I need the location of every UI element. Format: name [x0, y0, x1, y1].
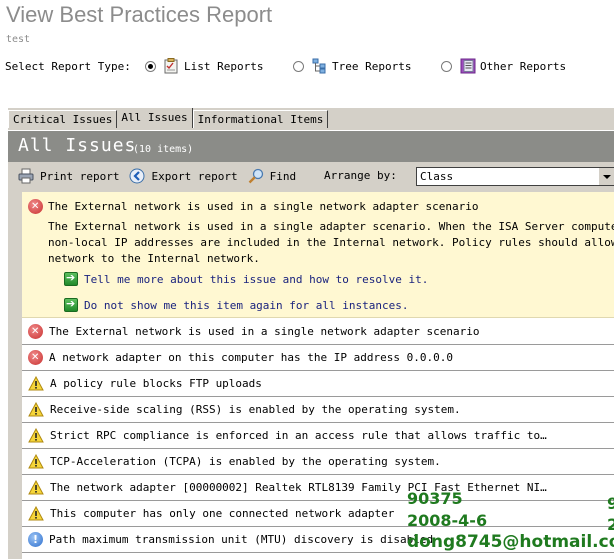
printer-icon: [18, 168, 34, 184]
issue-title: A policy rule blocks FTP uploads: [50, 377, 262, 390]
issue-title: Strict RPC compliance is enforced in an …: [50, 429, 547, 442]
tree-reports-label: Tree Reports: [332, 59, 412, 73]
find-button[interactable]: Find: [248, 168, 297, 184]
issue-row[interactable]: A policy rule blocks FTP uploads: [22, 371, 614, 397]
tell-me-more-link[interactable]: Tell me more about this issue and how to…: [64, 271, 429, 286]
issues-list: The External network is used in a single…: [22, 192, 614, 559]
warning-icon: [28, 428, 44, 443]
arrange-by-select[interactable]: Class: [416, 167, 614, 186]
tab-bar: Critical Issues All Issues Informational…: [8, 108, 329, 128]
description-line: The External network is used in a single…: [48, 220, 614, 233]
radio-list-reports[interactable]: [145, 60, 156, 72]
do-not-show-label: Do not show me this item again for all i…: [84, 298, 409, 312]
issue-title: TCP-Acceleration (TCPA) is enabled by th…: [50, 455, 441, 468]
issue-row[interactable]: This computer has only one connected net…: [22, 501, 614, 527]
issue-title: This computer has only one connected net…: [50, 507, 395, 520]
description-line: network to the Internal network.: [48, 252, 260, 265]
export-report-button[interactable]: Export report: [129, 168, 238, 184]
arrange-by-value: Class: [420, 170, 454, 183]
option-tree-reports[interactable]: Tree Reports: [293, 58, 441, 74]
radio-other-reports[interactable]: [441, 60, 452, 72]
warning-icon: [28, 454, 44, 469]
info-icon: [28, 532, 43, 547]
export-report-label: Export report: [151, 169, 238, 183]
issue-title: Receive-side scaling (RSS) is enabled by…: [50, 403, 461, 416]
issue-title: The External network is used in a single…: [49, 325, 480, 338]
watermark-fragment: 9: [607, 494, 614, 513]
back-arrow-icon: [129, 168, 145, 184]
other-report-icon: [460, 58, 476, 74]
expanded-issue-description: The External network is used in a single…: [48, 219, 614, 267]
issue-title: The network adapter [00000002] Realtek R…: [50, 481, 547, 494]
description-line: non-local IP addresses are included in t…: [48, 236, 614, 249]
green-arrow-icon: [64, 271, 78, 286]
watermark-id: 90375: [407, 489, 463, 508]
radio-tree-reports[interactable]: [293, 60, 304, 72]
watermark-fragment: 2: [607, 515, 614, 534]
error-icon: [28, 199, 43, 214]
watermark-email: dong8745@hotmail.com: [407, 532, 614, 552]
print-report-button[interactable]: Print report: [18, 168, 119, 184]
option-other-reports[interactable]: Other Reports: [441, 58, 566, 74]
warning-icon: [28, 376, 44, 391]
expanded-issue[interactable]: The External network is used in a single…: [22, 192, 614, 318]
find-label: Find: [269, 169, 297, 183]
expanded-issue-title: The External network is used in a single…: [48, 200, 479, 213]
do-not-show-link[interactable]: Do not show me this item again for all i…: [64, 297, 409, 312]
issue-row[interactable]: Receive-side scaling (RSS) is enabled by…: [22, 397, 614, 423]
section-header: All Issues (10 items): [8, 130, 614, 162]
toolbar: Print report Export report Find Arrange …: [8, 164, 614, 188]
magnifier-icon: [248, 168, 264, 184]
tab-informational-items[interactable]: Informational Items: [192, 110, 329, 128]
item-count: (10 items): [133, 144, 194, 155]
chevron-down-icon[interactable]: [598, 168, 614, 185]
report-panel: Critical Issues All Issues Informational…: [8, 108, 614, 559]
tell-me-more-label: Tell me more about this issue and how to…: [84, 272, 429, 286]
issue-row[interactable]: Strict RPC compliance is enforced in an …: [22, 423, 614, 449]
report-type-selector: Select Report Type: List Reports Tree Re…: [5, 58, 566, 74]
issue-row[interactable]: A network adapter on this computer has t…: [22, 345, 614, 371]
other-reports-label: Other Reports: [480, 59, 567, 73]
warning-icon: [28, 506, 44, 521]
list-report-icon: [164, 58, 178, 74]
tab-critical-issues[interactable]: Critical Issues: [8, 110, 118, 128]
error-icon: [28, 350, 43, 365]
warning-icon: [28, 480, 44, 495]
tree-report-icon: [312, 58, 326, 74]
issue-title: Path maximum transmission unit (MTU) dis…: [49, 533, 434, 546]
print-report-label: Print report: [40, 169, 120, 183]
arrange-by-label: Arrange by:: [324, 169, 397, 182]
page-subtitle: test: [6, 34, 31, 45]
tab-all-issues[interactable]: All Issues: [117, 108, 193, 128]
watermark-date: 2008-4-6: [407, 511, 488, 530]
warning-icon: [28, 402, 44, 417]
issue-row[interactable]: The network adapter [00000002] Realtek R…: [22, 475, 614, 501]
section-title: All Issues: [18, 135, 137, 156]
option-list-reports[interactable]: List Reports: [145, 58, 293, 74]
issue-row[interactable]: TCP-Acceleration (TCPA) is enabled by th…: [22, 449, 614, 475]
page-title: View Best Practices Report: [6, 2, 273, 27]
error-icon: [28, 324, 43, 339]
green-arrow-icon: [64, 297, 78, 312]
issue-row[interactable]: The External network is used in a single…: [22, 319, 614, 345]
issue-title: A network adapter on this computer has t…: [49, 351, 453, 364]
list-reports-label: List Reports: [184, 59, 264, 73]
report-type-label: Select Report Type:: [5, 59, 131, 73]
